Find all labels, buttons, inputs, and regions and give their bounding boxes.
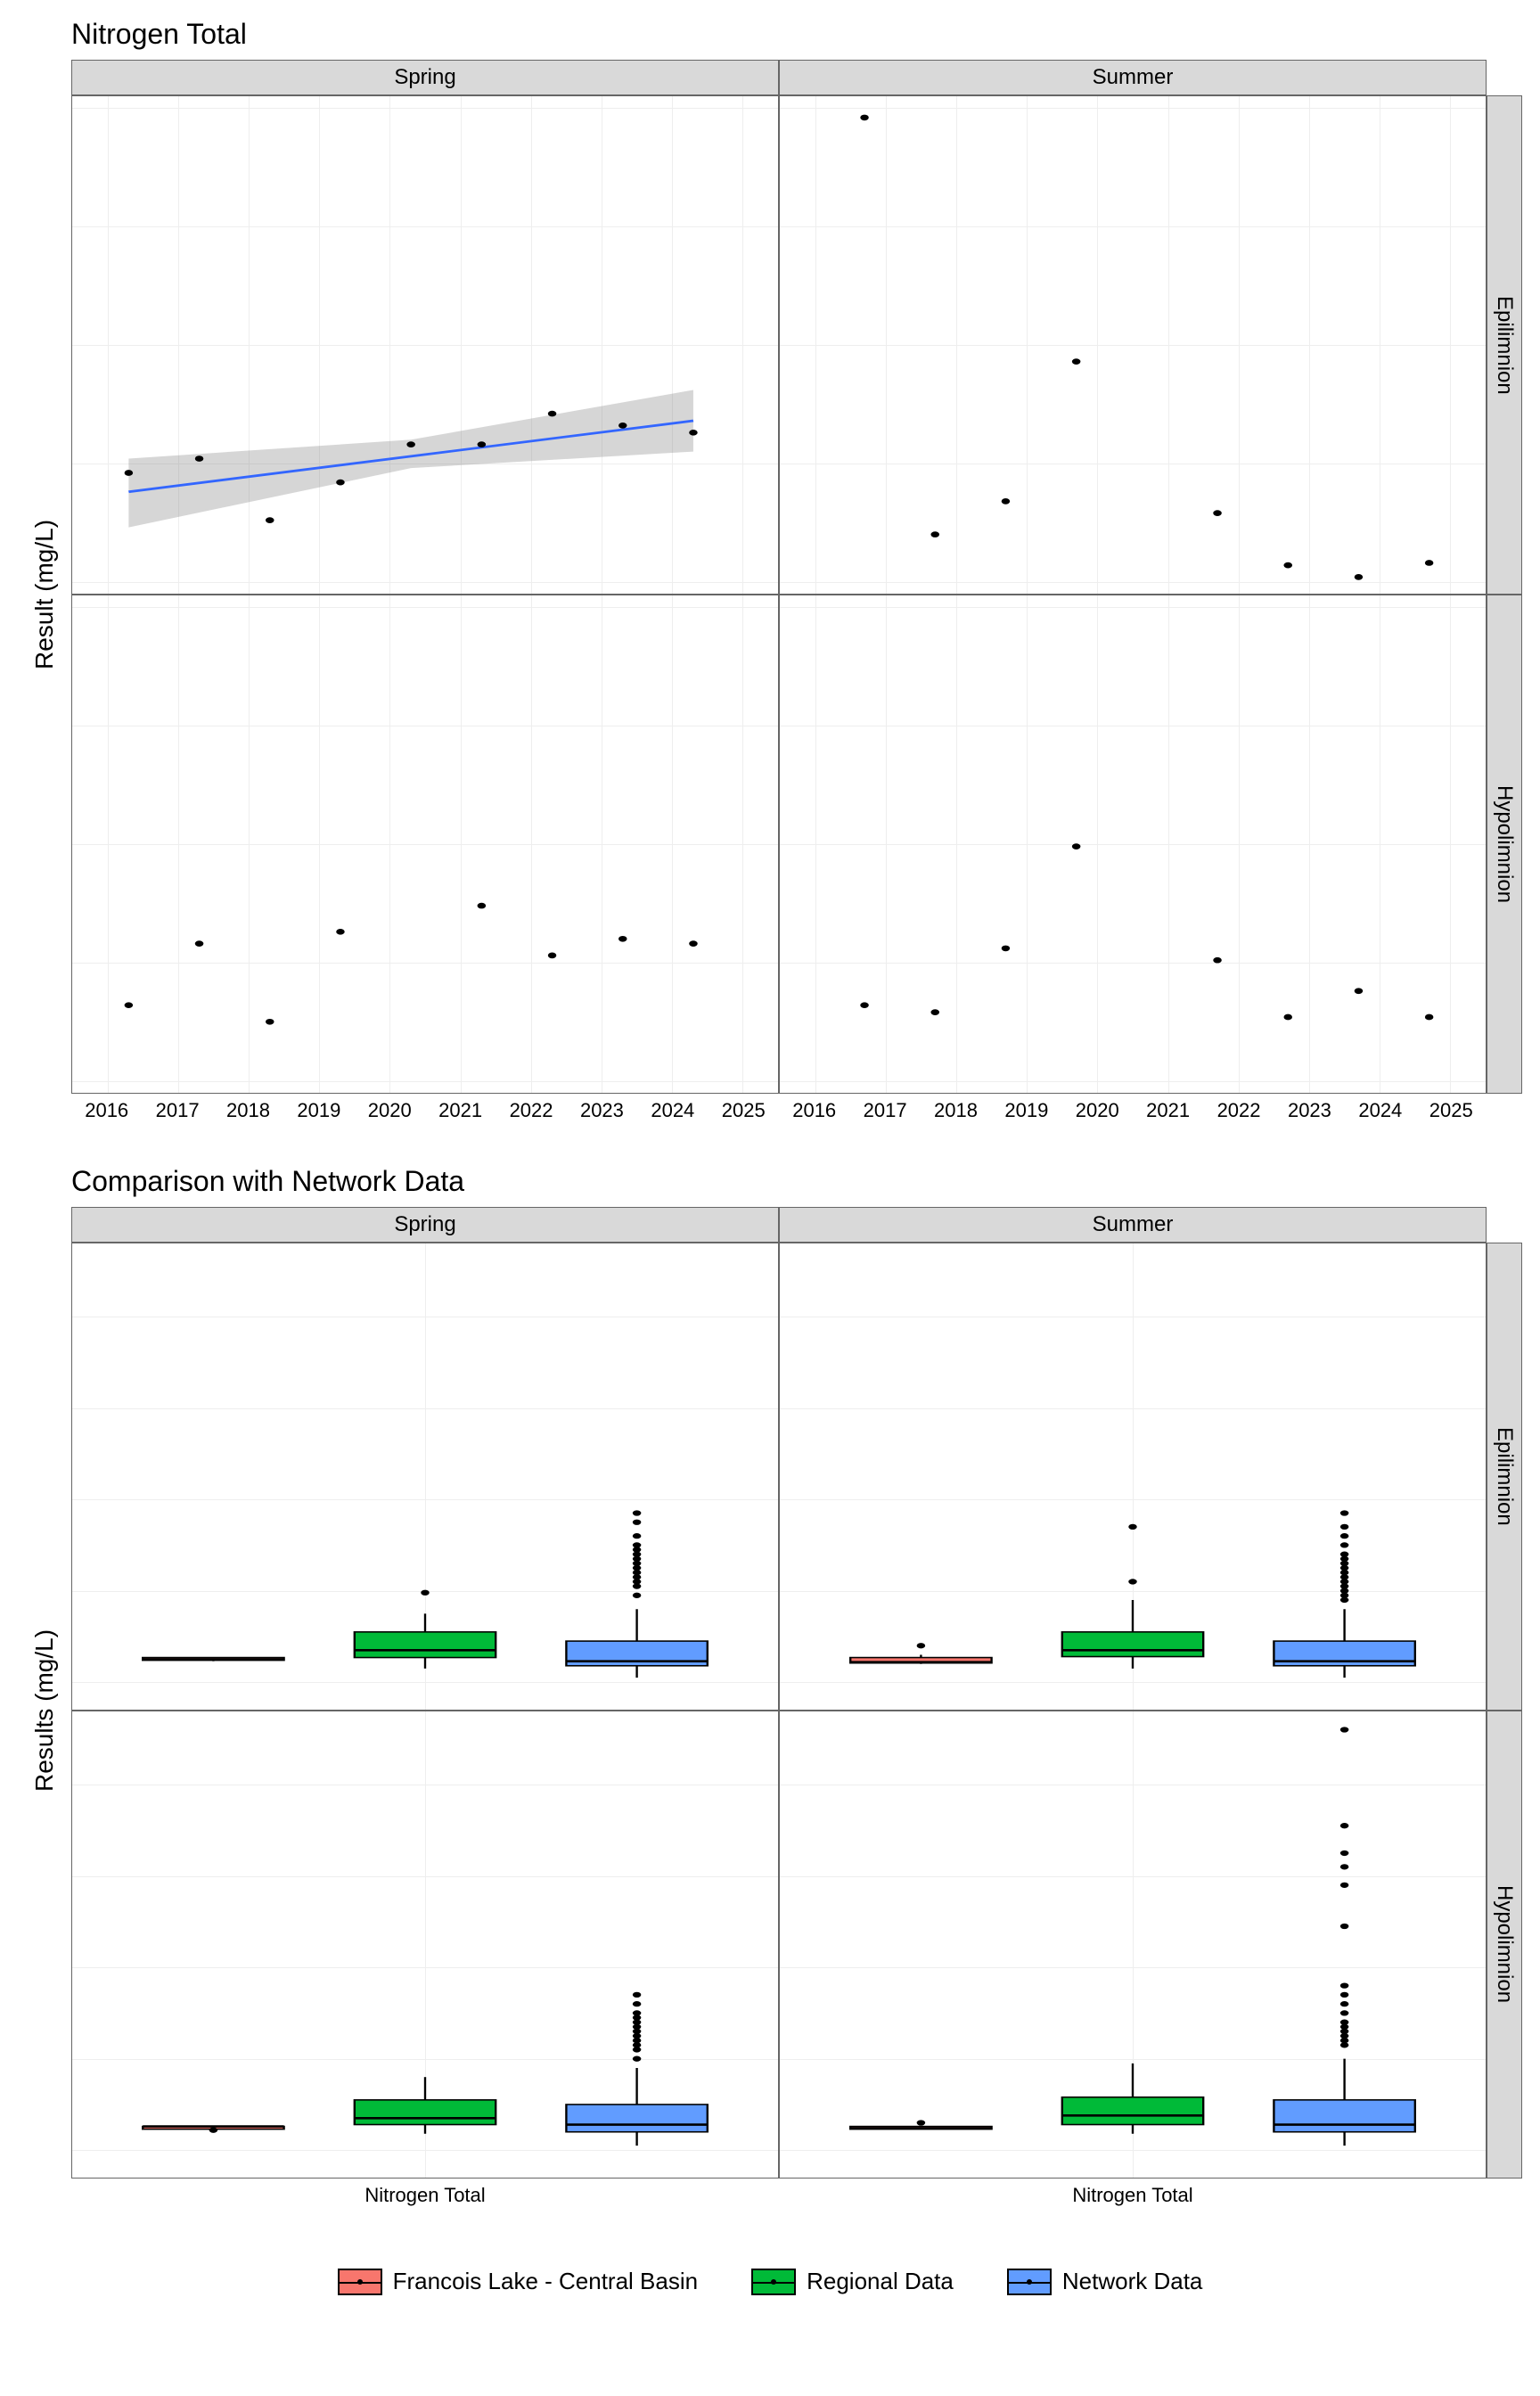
x-tick: 2020: [368, 1099, 412, 1122]
box-facet-grid: Spring Summer Results (mg/L) 01234 Epili…: [18, 1207, 1522, 2232]
facet-row-hypo-2: Hypolimnion: [1487, 1711, 1522, 2179]
facet-col-spring: Spring: [71, 60, 779, 95]
panel-summer-epi: [779, 95, 1487, 595]
x-tick: 2017: [156, 1099, 200, 1122]
boxpanel-spring-epi: 01234: [71, 1243, 779, 1711]
chart-title-2: Comparison with Network Data: [71, 1165, 1522, 1198]
x-tick: 2023: [1288, 1099, 1331, 1122]
panel-summer-hypo: [779, 595, 1487, 1094]
x-tick: 2018: [934, 1099, 978, 1122]
legend: Francois Lake - Central Basin Regional Da…: [18, 2268, 1522, 2295]
chart-title-1: Nitrogen Total: [71, 18, 1522, 51]
legend-item: Regional Data: [751, 2268, 954, 2295]
panel-spring-hypo: 0.200.250.300.350.40: [71, 595, 779, 1094]
x-tick: 2016: [792, 1099, 836, 1122]
legend-label: Network Data: [1062, 2268, 1203, 2295]
legend-item: Francois Lake - Central Basin: [338, 2268, 698, 2295]
y-axis-label-1: Result (mg/L): [18, 95, 71, 1094]
boxpanel-spring-hypo: 01234: [71, 1711, 779, 2179]
x-tick: 2017: [864, 1099, 907, 1122]
boxpanel-summer-hypo: [779, 1711, 1487, 2179]
x-tick: 2022: [510, 1099, 553, 1122]
x-tick: 2018: [226, 1099, 270, 1122]
x-tick: 2020: [1076, 1099, 1119, 1122]
facet-col-spring-2: Spring: [71, 1207, 779, 1243]
x-tick: 2016: [85, 1099, 128, 1122]
facet-row-epi: Epilimnion: [1487, 95, 1522, 595]
x-tick: 2021: [438, 1099, 482, 1122]
legend-label: Francois Lake - Central Basin: [393, 2268, 698, 2295]
boxpanel-summer-epi: [779, 1243, 1487, 1711]
x-axis-summer: 2016 2017 2018 2019 2020 2021 2022 2023 2024 2025: [779, 1094, 1487, 1129]
x-axis-spring: 2016 2017 2018 2019 2020 2021 2022 2023 2024 2025: [71, 1094, 779, 1129]
x-tick: 2025: [1429, 1099, 1473, 1122]
facet-row-epi-2: Epilimnion: [1487, 1243, 1522, 1711]
facet-col-summer: Summer: [779, 60, 1487, 95]
x-tick: 2025: [722, 1099, 766, 1122]
facet-row-hypo: Hypolimnion: [1487, 595, 1522, 1094]
figure: Nitrogen Total Spring Summer Result (mg/…: [18, 18, 1522, 2295]
scatter-facet-grid: Spring Summer Result (mg/L) 0.200.250.30…: [18, 60, 1522, 1129]
panel-spring-epi: 0.200.250.300.350.40: [71, 95, 779, 595]
legend-item: Network Data: [1007, 2268, 1203, 2295]
x-axis-label-summer: Nitrogen Total: [779, 2179, 1487, 2232]
x-tick: 2023: [580, 1099, 624, 1122]
x-tick: 2021: [1146, 1099, 1190, 1122]
x-axis-label-spring: Nitrogen Total: [71, 2179, 779, 2232]
x-tick: 2019: [297, 1099, 340, 1122]
x-tick: 2022: [1217, 1099, 1261, 1122]
x-tick: 2024: [1358, 1099, 1402, 1122]
facet-col-summer-2: Summer: [779, 1207, 1487, 1243]
x-tick: 2024: [651, 1099, 694, 1122]
x-tick: 2019: [1004, 1099, 1048, 1122]
y-axis-label-2: Results (mg/L): [18, 1243, 71, 2179]
legend-label: Regional Data: [807, 2268, 954, 2295]
